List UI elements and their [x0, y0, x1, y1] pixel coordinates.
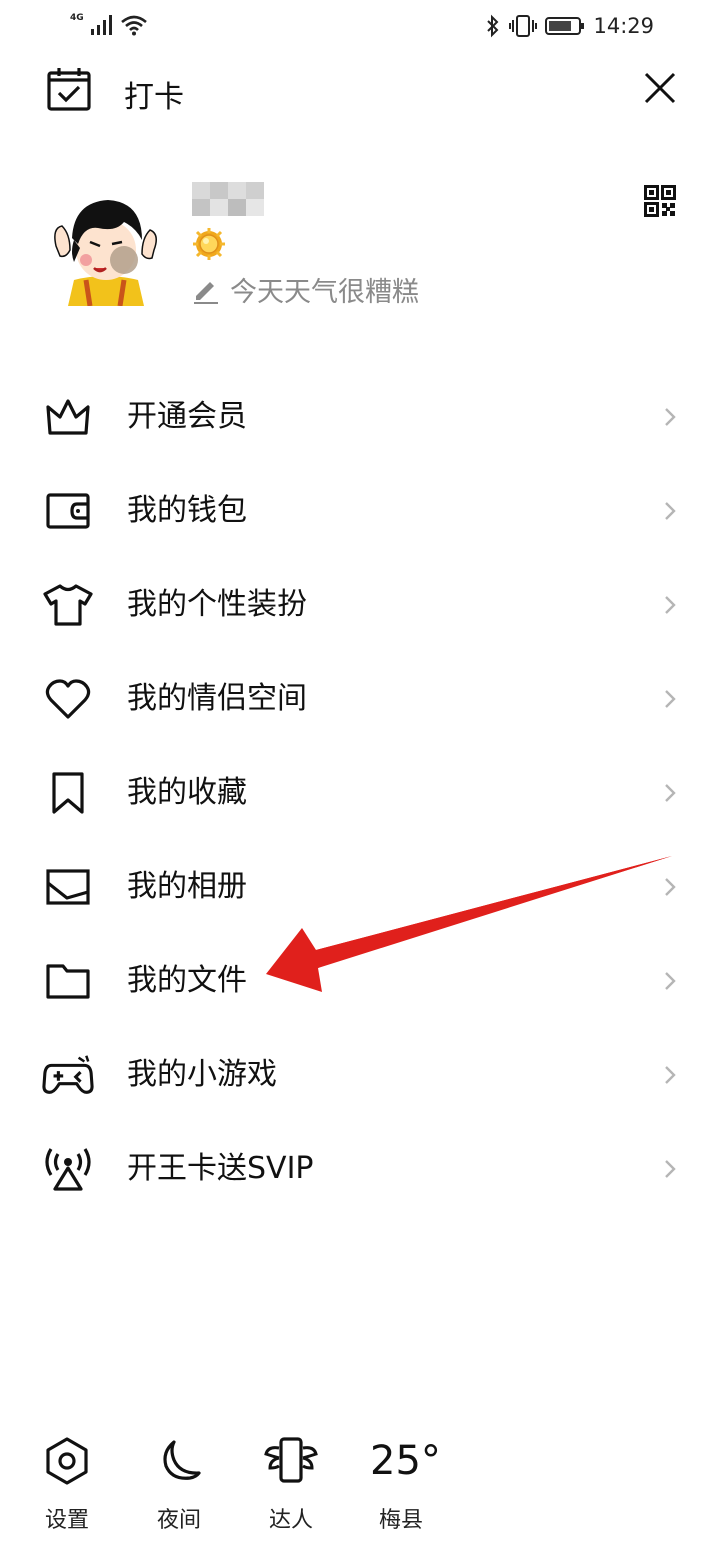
settings-button[interactable]: 设置: [22, 1430, 112, 1534]
talent-label: 达人: [268, 1508, 313, 1533]
status-bar: 4G 14:29: [0, 0, 720, 56]
menu-label: 我的钱包: [127, 493, 247, 528]
chevron-right-icon: [665, 972, 676, 990]
pencil-icon: [194, 281, 218, 304]
checkin-label[interactable]: 打卡: [124, 72, 184, 116]
heart-icon: [42, 674, 94, 724]
menu-item-vip[interactable]: 开通会员: [0, 370, 720, 464]
wifi-icon: [120, 15, 147, 36]
profile-section: 今天天气很糟糕: [0, 170, 720, 320]
menu-item-favorites[interactable]: 我的收藏: [0, 746, 720, 840]
menu-label: 我的情侣空间: [127, 681, 307, 716]
menu-item-album[interactable]: 我的相册: [0, 840, 720, 934]
chevron-right-icon: [665, 1066, 676, 1084]
menu-label: 开通会员: [127, 399, 247, 434]
battery-icon: [545, 17, 585, 35]
bluetooth-icon: [487, 14, 499, 38]
nickname-blurred: [192, 182, 264, 216]
crown-icon: [42, 392, 94, 442]
sun-badge-icon[interactable]: [193, 228, 225, 260]
bottom-bar: 设置 夜间 达人 25° 梅县: [0, 1430, 720, 1540]
chevron-right-icon: [665, 502, 676, 520]
network-type: 4G: [70, 12, 84, 23]
talent-button[interactable]: 达人: [246, 1430, 336, 1534]
wallet-icon: [42, 486, 94, 536]
weather-city: 梅县: [379, 1508, 424, 1533]
menu-label: 我的相册: [127, 869, 247, 904]
signature[interactable]: 今天天气很糟糕: [192, 270, 419, 309]
bookmark-icon: [42, 768, 94, 818]
night-label: 夜间: [156, 1508, 201, 1533]
weather-widget[interactable]: 25° 梅县: [370, 1430, 470, 1534]
menu-label: 我的收藏: [127, 775, 247, 810]
broadcast-icon: [42, 1144, 94, 1194]
signature-text: 今天天气很糟糕: [230, 277, 419, 308]
weather-temperature: 25°: [370, 1438, 441, 1484]
winged-phone-icon: [246, 1430, 336, 1492]
chevron-right-icon: [665, 1160, 676, 1178]
moon-icon: [134, 1430, 224, 1492]
menu-label: 我的小游戏: [127, 1057, 277, 1092]
folder-icon: [42, 956, 94, 1006]
tshirt-icon: [42, 580, 94, 630]
chevron-right-icon: [665, 784, 676, 802]
menu-label: 我的个性装扮: [127, 587, 307, 622]
avatar[interactable]: [50, 188, 160, 306]
menu-item-dressup[interactable]: 我的个性装扮: [0, 558, 720, 652]
menu-item-king-card[interactable]: 开王卡送SVIP: [0, 1122, 720, 1216]
top-bar: 打卡: [0, 60, 720, 120]
settings-label: 设置: [44, 1508, 89, 1533]
chevron-right-icon: [665, 596, 676, 614]
menu-item-minigames[interactable]: 我的小游戏: [0, 1028, 720, 1122]
clock: 14:29: [593, 14, 654, 38]
status-right: 14:29: [485, 14, 654, 38]
chevron-right-icon: [665, 690, 676, 708]
calendar-check-icon[interactable]: [46, 66, 92, 112]
chevron-right-icon: [665, 408, 676, 426]
chevron-right-icon: [665, 878, 676, 896]
status-left: 4G: [70, 12, 148, 36]
menu-list: 开通会员 我的钱包 我的个性装扮 我的情侣空间 我的收藏 我的相册 我的文件 我…: [0, 370, 720, 1216]
settings-hex-icon: [22, 1430, 112, 1492]
close-icon[interactable]: [644, 72, 676, 104]
menu-item-files[interactable]: 我的文件: [0, 934, 720, 1028]
menu-item-couple-space[interactable]: 我的情侣空间: [0, 652, 720, 746]
photo-icon: [42, 862, 94, 912]
menu-label: 开王卡送SVIP: [127, 1151, 314, 1186]
night-mode-button[interactable]: 夜间: [134, 1430, 224, 1534]
menu-label: 我的文件: [127, 963, 247, 998]
menu-item-wallet[interactable]: 我的钱包: [0, 464, 720, 558]
qr-code-icon[interactable]: [644, 185, 676, 217]
signal-icon: [90, 15, 112, 35]
gamepad-icon: [42, 1050, 94, 1100]
vibrate-icon: [509, 15, 538, 37]
